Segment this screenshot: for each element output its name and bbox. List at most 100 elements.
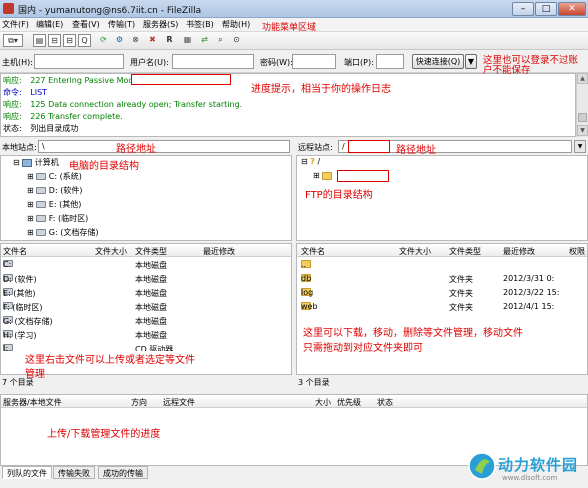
expand-icon[interactable]: ⊞ [27, 200, 34, 209]
cancel-icon[interactable]: ⊗ [129, 34, 142, 47]
tree-item-label: 计算机 [34, 158, 59, 167]
log-text: LIST [30, 88, 48, 97]
column-modified[interactable]: 最近修改 [503, 246, 535, 257]
column-name[interactable]: 文件名 [301, 246, 325, 257]
column-size[interactable]: 文件大小 [95, 246, 127, 257]
tree-item-drive[interactable]: ⊞ G: (文档存储) [27, 227, 98, 238]
column-size[interactable]: 大小 [315, 397, 331, 408]
password-label: 密码(W): [260, 58, 293, 67]
password-input[interactable] [292, 54, 336, 69]
expand-icon[interactable]: ⊞ [27, 172, 34, 181]
table-row[interactable]: H: (学习) 本地磁盘 [1, 330, 291, 344]
reconnect-icon[interactable]: R [163, 34, 176, 47]
quickconnect-history-dropdown[interactable]: ▼ [465, 54, 477, 69]
username-input[interactable] [172, 54, 254, 69]
port-input[interactable] [376, 54, 404, 69]
message-log[interactable]: 响应: 227 Entering Passive Mode 命令: LIST 响… [0, 65, 576, 137]
column-permissions[interactable]: 权限 [569, 246, 585, 257]
table-row[interactable]: .. [297, 260, 587, 274]
file-name: G: (文档存储) [3, 317, 53, 326]
tab-successful-transfers[interactable]: 成功的传输 [98, 466, 148, 479]
file-type: 本地磁盘 [135, 317, 167, 326]
expand-icon[interactable]: ⊞ [313, 171, 320, 180]
log-prefix: 响应: [3, 100, 22, 109]
menu-file[interactable]: 文件(F) [2, 19, 29, 30]
collapse-icon[interactable]: ⊟ [13, 158, 20, 167]
expand-icon[interactable]: ⊞ [27, 186, 34, 195]
table-row[interactable]: db 文件夹 2012/3/31 0: [297, 274, 587, 288]
column-direction[interactable]: 方向 [131, 397, 147, 408]
tree-item-drive[interactable]: ⊞ E: (其他) [27, 199, 81, 210]
scroll-down-icon[interactable]: ▼ [577, 125, 588, 136]
tree-item-folder[interactable]: ⊞ [313, 171, 333, 180]
close-button[interactable]: ✕ [558, 2, 586, 16]
site-manager-icon[interactable]: ⧉▾ [3, 34, 23, 47]
table-row[interactable]: C: 本地磁盘 [1, 260, 291, 274]
file-name: log [301, 288, 314, 297]
process-queue-icon[interactable]: ⚙ [113, 34, 126, 47]
menu-edit[interactable]: 编辑(E) [36, 19, 63, 30]
binoculars-icon[interactable]: ⊙ [230, 34, 243, 47]
maximize-button[interactable]: □ [535, 2, 557, 16]
local-path-input[interactable]: \ [38, 140, 290, 153]
local-file-list[interactable]: 文件名 文件大小 文件类型 最近修改 C: 本地磁盘 D: (软件) 本地磁盘 E:… [0, 243, 292, 380]
tree-item-label: / [317, 157, 321, 166]
column-priority[interactable]: 优先级 [337, 397, 361, 408]
file-modified: 2012/4/1 15: [503, 302, 555, 311]
scroll-thumb[interactable] [578, 113, 587, 122]
remote-path-dropdown[interactable]: ▼ [574, 140, 586, 153]
column-modified[interactable]: 最近修改 [203, 246, 235, 257]
column-size[interactable]: 文件大小 [399, 246, 431, 257]
toggle-remote-tree-icon[interactable]: ⊟ [63, 34, 76, 47]
file-modified: 2012/3/31 0: [503, 274, 555, 283]
log-text: 125 Data connection already open; Transf… [30, 100, 243, 109]
menu-help[interactable]: 帮助(H) [222, 19, 250, 30]
table-row[interactable]: web 文件夹 2012/4/1 15: [297, 302, 587, 316]
menu-server[interactable]: 服务器(S) [143, 19, 178, 30]
column-server-local[interactable]: 服务器/本地文件 [3, 397, 62, 408]
sync-browse-icon[interactable]: ⇄ [198, 34, 211, 47]
disconnect-icon[interactable]: ✖ [146, 34, 159, 47]
table-row[interactable]: log 文件夹 2012/3/22 15: [297, 288, 587, 302]
local-tree[interactable]: ⊟ 计算机 ⊞ C: (系统) ⊞ D: (软件) ⊞ E: (其他) ⊞ F:… [0, 155, 292, 241]
expand-icon[interactable]: ⊞ [27, 228, 34, 237]
table-row[interactable]: G: (文档存储) 本地磁盘 [1, 316, 291, 330]
toggle-local-tree-icon[interactable]: ⊟ [48, 34, 61, 47]
directory-compare-icon[interactable]: ▦ [181, 34, 194, 47]
scroll-up-icon[interactable]: ▲ [577, 73, 588, 84]
remote-tree[interactable]: ⊟ ? / ⊞ FTP的目录结构 [296, 155, 588, 241]
menu-transfer[interactable]: 传输(T) [108, 19, 135, 30]
tab-failed-transfers[interactable]: 传输失败 [53, 466, 95, 479]
tree-item-drive[interactable]: ⊞ C: (系统) [27, 171, 82, 182]
remote-file-list[interactable]: 文件名 文件大小 文件类型 最近修改 权限 .. db 文件夹 2012/3/31 … [296, 243, 588, 375]
log-prefix: 状态: [3, 124, 22, 133]
toggle-log-icon[interactable]: ▤ [33, 34, 46, 47]
menu-bookmarks[interactable]: 书签(B) [186, 19, 214, 30]
quickconnect-button[interactable]: 快速连接(Q) [412, 54, 464, 69]
column-remote-file[interactable]: 远程文件 [163, 397, 195, 408]
toggle-queue-icon[interactable]: Q [78, 34, 91, 47]
file-type: 本地磁盘 [135, 261, 167, 270]
log-text: 列出目录成功 [30, 124, 79, 133]
column-name[interactable]: 文件名 [3, 246, 27, 257]
search-files-icon[interactable]: ⌕ [214, 34, 227, 47]
host-input[interactable] [34, 54, 124, 69]
column-type[interactable]: 文件类型 [449, 246, 481, 257]
table-row[interactable]: E: (其他) 本地磁盘 [1, 288, 291, 302]
table-row[interactable]: D: (软件) 本地磁盘 [1, 274, 291, 288]
tree-item-drive[interactable]: ⊞ F: (临时区) [27, 213, 88, 224]
table-row[interactable]: F: (临时区) 本地磁盘 [1, 302, 291, 316]
tree-item-root[interactable]: ⊟ ? / [301, 157, 320, 166]
expand-icon[interactable]: ⊞ [27, 214, 34, 223]
log-scrollbar[interactable]: ▲ ▼ [576, 73, 588, 137]
menu-view[interactable]: 查看(V) [72, 19, 100, 30]
minimize-button[interactable]: – [512, 2, 534, 16]
local-site-label: 本地站点: [2, 143, 37, 152]
column-type[interactable]: 文件类型 [135, 246, 167, 257]
tree-item-computer[interactable]: ⊟ 计算机 [13, 157, 59, 168]
collapse-icon[interactable]: ⊟ [301, 157, 308, 166]
column-status[interactable]: 状态 [377, 397, 393, 408]
tab-queued-files[interactable]: 列队的文件 [2, 466, 52, 479]
tree-item-drive[interactable]: ⊞ D: (软件) [27, 185, 82, 196]
refresh-icon[interactable]: ⟳ [97, 34, 110, 47]
